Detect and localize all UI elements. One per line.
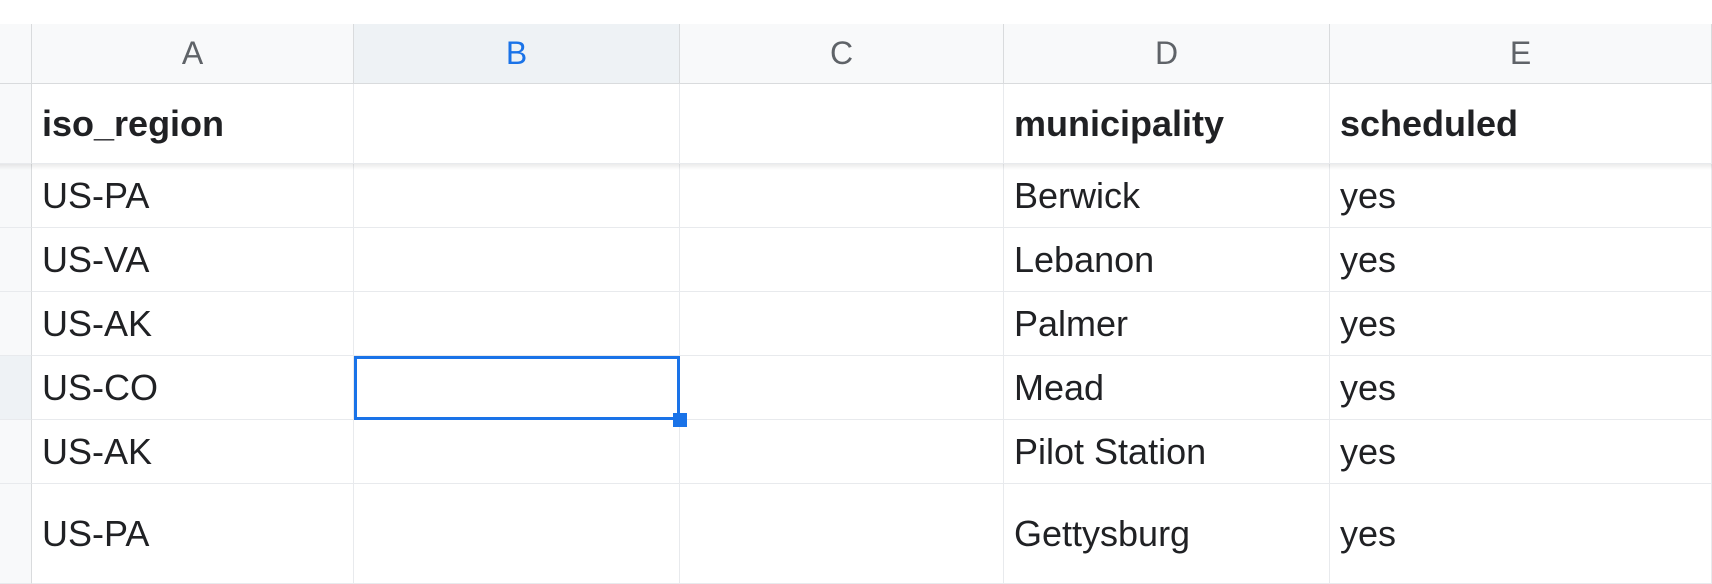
table-row: US-AK Pilot Station yes [32, 420, 1712, 484]
cell-text: yes [1340, 175, 1396, 217]
cell-B-header[interactable] [354, 84, 680, 163]
table-row: US-CO Mead yes [32, 356, 1712, 420]
table-row: US-PA Gettysburg yes [32, 484, 1712, 584]
column-headers: A B C D E [32, 24, 1712, 84]
row-header[interactable] [0, 292, 32, 356]
cell[interactable]: Gettysburg [1004, 484, 1330, 583]
cell-text: US-VA [42, 239, 149, 281]
cell-text: yes [1340, 303, 1396, 345]
table-row: US-VA Lebanon yes [32, 228, 1712, 292]
column-header-label: E [1510, 35, 1531, 72]
cell[interactable] [680, 484, 1004, 583]
cell[interactable]: US-VA [32, 228, 354, 291]
table-row: US-PA Berwick yes [32, 164, 1712, 228]
cell-text: Lebanon [1014, 239, 1154, 281]
column-header-D[interactable]: D [1004, 24, 1330, 84]
column-header-label: B [506, 35, 527, 72]
cell[interactable] [354, 420, 680, 483]
row-header[interactable] [0, 228, 32, 292]
cell[interactable]: yes [1330, 228, 1712, 291]
cell-text: Gettysburg [1014, 513, 1190, 555]
top-strip [0, 0, 1712, 24]
cell-C-header[interactable] [680, 84, 1004, 163]
cell-text: Palmer [1014, 303, 1128, 345]
cell[interactable] [354, 484, 680, 583]
row-header[interactable] [0, 420, 32, 484]
column-header-C[interactable]: C [680, 24, 1004, 84]
cell[interactable]: yes [1330, 420, 1712, 483]
column-header-label: D [1155, 35, 1178, 72]
spreadsheet-viewport: A B C D E iso_region municipality schedu… [0, 0, 1712, 584]
cell-text: scheduled [1340, 103, 1518, 145]
cell[interactable] [354, 164, 680, 227]
column-header-A[interactable]: A [32, 24, 354, 84]
cell[interactable]: Pilot Station [1004, 420, 1330, 483]
cell-text: yes [1340, 239, 1396, 281]
cell[interactable] [354, 356, 680, 419]
cell-text: Pilot Station [1014, 431, 1206, 473]
cell-text: yes [1340, 367, 1396, 409]
cell-text: US-AK [42, 431, 152, 473]
row-header[interactable] [0, 356, 32, 420]
cell-text: yes [1340, 513, 1396, 555]
cell-text: municipality [1014, 103, 1224, 145]
column-header-B[interactable]: B [354, 24, 680, 84]
row-header[interactable] [0, 164, 32, 228]
cell[interactable]: yes [1330, 356, 1712, 419]
column-header-label: A [182, 35, 203, 72]
cell-A-header[interactable]: iso_region [32, 84, 354, 163]
cell[interactable]: yes [1330, 164, 1712, 227]
cell-text: US-AK [42, 303, 152, 345]
column-header-E[interactable]: E [1330, 24, 1712, 84]
cell-E-header[interactable]: scheduled [1330, 84, 1712, 163]
cell[interactable] [680, 164, 1004, 227]
cell[interactable] [680, 228, 1004, 291]
select-all-corner[interactable] [0, 24, 32, 84]
cell-text: US-CO [42, 367, 158, 409]
column-header-label: C [830, 35, 853, 72]
grid-rows: iso_region municipality scheduled US-PA … [32, 84, 1712, 584]
cell[interactable]: Palmer [1004, 292, 1330, 355]
cell-text: US-PA [42, 513, 149, 555]
cell-text: iso_region [42, 103, 224, 145]
cell[interactable] [354, 292, 680, 355]
cell-text: yes [1340, 431, 1396, 473]
cell[interactable]: Berwick [1004, 164, 1330, 227]
cell[interactable] [354, 228, 680, 291]
row-header[interactable] [0, 484, 32, 584]
cell[interactable]: US-PA [32, 164, 354, 227]
cell-text: Mead [1014, 367, 1104, 409]
cell[interactable]: US-AK [32, 420, 354, 483]
cell[interactable]: US-PA [32, 484, 354, 583]
cell[interactable] [680, 420, 1004, 483]
cell[interactable]: US-AK [32, 292, 354, 355]
cell[interactable] [680, 356, 1004, 419]
cell[interactable]: Mead [1004, 356, 1330, 419]
cell[interactable]: yes [1330, 292, 1712, 355]
fill-handle[interactable] [673, 413, 687, 427]
row-header[interactable] [0, 84, 32, 164]
cell-text: Berwick [1014, 175, 1140, 217]
cell[interactable]: US-CO [32, 356, 354, 419]
cell-D-header[interactable]: municipality [1004, 84, 1330, 163]
cell[interactable]: yes [1330, 484, 1712, 583]
cell-text: US-PA [42, 175, 149, 217]
cell[interactable]: Lebanon [1004, 228, 1330, 291]
table-header-row: iso_region municipality scheduled [32, 84, 1712, 164]
table-row: US-AK Palmer yes [32, 292, 1712, 356]
cell[interactable] [680, 292, 1004, 355]
